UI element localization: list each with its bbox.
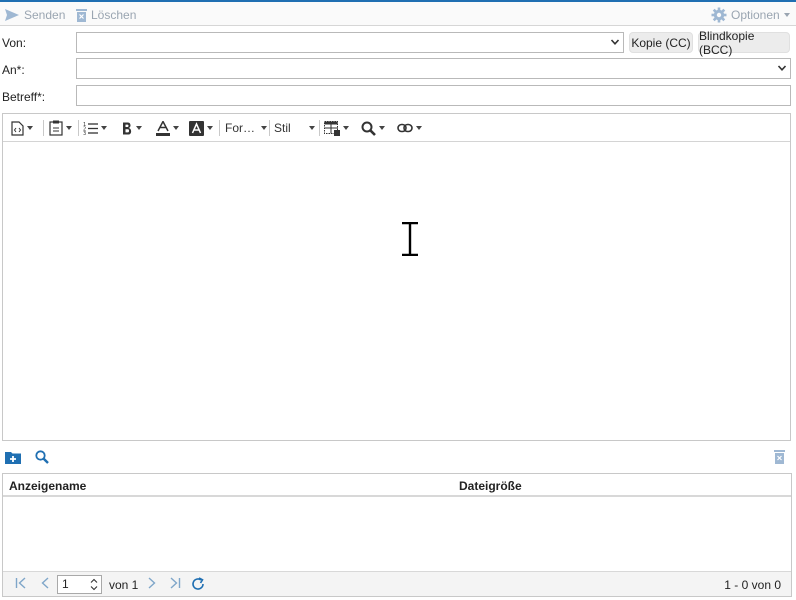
previous-page-icon[interactable] xyxy=(40,577,50,592)
toolbar-separator xyxy=(43,120,44,136)
first-page-icon[interactable] xyxy=(15,577,27,592)
page-count-text: von 1 xyxy=(109,578,139,592)
refresh-icon[interactable] xyxy=(191,577,205,594)
send-icon xyxy=(5,9,19,21)
spinner-icon[interactable] xyxy=(90,577,98,592)
table-button[interactable] xyxy=(324,119,349,137)
column-header-file-size[interactable]: Dateigröße xyxy=(459,479,522,493)
caret-down-icon xyxy=(261,126,267,130)
source-code-icon xyxy=(11,120,24,136)
message-toolbar: Senden Löschen Optionen xyxy=(0,0,796,26)
options-label: Optionen xyxy=(731,8,780,22)
table-icon xyxy=(324,120,340,136)
caret-down-icon xyxy=(101,126,107,130)
toolbar-separator xyxy=(219,120,220,136)
from-label: Von: xyxy=(2,36,27,50)
caret-down-icon xyxy=(136,126,142,130)
text-cursor-icon xyxy=(402,222,418,256)
page-number-value: 1 xyxy=(62,577,69,591)
caret-down-icon xyxy=(379,126,385,130)
text-color-icon xyxy=(156,120,170,136)
search-icon[interactable] xyxy=(35,450,49,464)
record-summary: 1 - 0 von 0 xyxy=(724,578,781,592)
caret-down-icon xyxy=(343,126,349,130)
chevron-down-icon xyxy=(777,65,787,71)
attachments-table: Anzeigename Dateigröße 1 von 1 1 - 0 von… xyxy=(2,473,792,597)
trash-icon xyxy=(76,9,87,22)
from-select[interactable] xyxy=(76,32,624,53)
chevron-down-icon xyxy=(610,39,620,45)
paste-button[interactable] xyxy=(49,119,72,137)
svg-text:3: 3 xyxy=(83,131,86,135)
link-button[interactable] xyxy=(397,119,422,137)
to-select[interactable] xyxy=(76,58,791,79)
toolbar-separator xyxy=(78,120,79,136)
delete-button[interactable]: Löschen xyxy=(76,6,136,24)
add-folder-icon[interactable] xyxy=(5,450,21,464)
source-code-button[interactable] xyxy=(11,119,33,137)
toolbar-separator xyxy=(319,120,320,136)
style-dropdown[interactable]: Stil xyxy=(274,119,315,137)
subject-label: Betreff*: xyxy=(2,90,46,104)
last-page-icon[interactable] xyxy=(169,577,181,592)
background-color-button[interactable] xyxy=(189,119,213,137)
bcc-button[interactable]: Blindkopie (BCC) xyxy=(698,29,790,57)
delete-label: Löschen xyxy=(91,8,137,22)
search-icon xyxy=(361,121,376,136)
send-button[interactable]: Senden xyxy=(4,6,65,24)
bold-button[interactable] xyxy=(122,119,142,137)
caret-down-icon xyxy=(207,126,213,130)
caret-down-icon xyxy=(66,126,72,130)
link-icon xyxy=(397,123,413,133)
text-color-button[interactable] xyxy=(156,119,179,137)
cc-button[interactable]: Kopie (CC) xyxy=(629,32,693,53)
caret-down-icon xyxy=(173,126,179,130)
pagination-bar: 1 von 1 1 - 0 von 0 xyxy=(3,571,791,596)
column-header-display-name[interactable]: Anzeigename xyxy=(9,479,86,493)
trash-icon[interactable] xyxy=(774,449,785,464)
editor-body[interactable] xyxy=(3,142,790,440)
style-label: Stil xyxy=(274,121,291,135)
caret-down-icon xyxy=(27,126,33,130)
message-editor: 123 For… Stil xyxy=(2,113,791,441)
background-color-icon xyxy=(189,120,204,136)
caret-down-icon xyxy=(783,13,790,17)
bold-icon xyxy=(123,122,132,134)
page-number-input[interactable]: 1 xyxy=(57,575,102,594)
to-label: An*: xyxy=(2,63,25,77)
format-label: For… xyxy=(225,121,255,135)
table-header: Anzeigename Dateigröße xyxy=(3,474,791,497)
numbered-list-button[interactable]: 123 xyxy=(83,119,107,137)
find-button[interactable] xyxy=(361,119,385,137)
caret-down-icon xyxy=(308,126,315,130)
format-dropdown[interactable]: For… xyxy=(225,119,267,137)
send-label: Senden xyxy=(24,8,66,22)
toolbar-separator xyxy=(269,120,270,136)
subject-input[interactable] xyxy=(76,85,791,106)
caret-down-icon xyxy=(416,126,422,130)
options-button[interactable]: Optionen xyxy=(711,6,790,24)
clipboard-icon xyxy=(49,120,63,136)
gear-icon xyxy=(711,7,727,23)
editor-toolbar: 123 For… Stil xyxy=(3,114,790,142)
attachment-toolbar xyxy=(0,448,796,468)
next-page-icon[interactable] xyxy=(147,577,157,592)
numbered-list-icon: 123 xyxy=(83,122,98,135)
